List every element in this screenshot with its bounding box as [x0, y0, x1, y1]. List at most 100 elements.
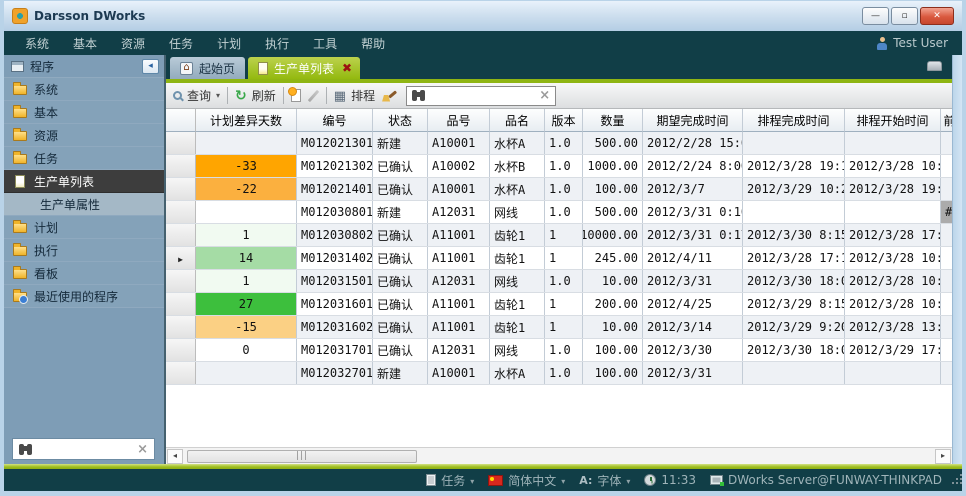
- cell-order-code[interactable]: M012030802: [297, 224, 373, 246]
- cell-plan-diff-days[interactable]: 14: [196, 247, 297, 269]
- cell-schedule-finish-time[interactable]: [743, 362, 845, 384]
- cell-quantity[interactable]: 10000.00: [583, 224, 643, 246]
- cell-order-code[interactable]: M012031701: [297, 339, 373, 361]
- cell-plan-diff-days[interactable]: [196, 362, 297, 384]
- cell-schedule-finish-time[interactable]: 2012/3/29 10:20: [743, 178, 845, 200]
- sidebar-item[interactable]: 看板: [4, 262, 164, 285]
- sidebar-item[interactable]: 计划: [4, 216, 164, 239]
- cell-extra[interactable]: [941, 178, 952, 200]
- table-row[interactable]: M012030801 新建 A12031 网线 1.0 500.00 2012/…: [166, 201, 952, 224]
- status-item[interactable]: DWorks Server@FUNWAY-THINKPAD: [710, 473, 942, 487]
- cell-schedule-finish-time[interactable]: 2012/3/30 18:00: [743, 270, 845, 292]
- broom-button[interactable]: [382, 89, 397, 103]
- refresh-button[interactable]: 刷新: [235, 87, 276, 104]
- menu-item[interactable]: 任务: [158, 32, 204, 55]
- cell-plan-diff-days[interactable]: -33: [196, 155, 297, 177]
- sidebar-search-clear-icon[interactable]: ×: [137, 443, 148, 456]
- cell-schedule-finish-time[interactable]: 2012/3/30 18:00: [743, 339, 845, 361]
- cell-item-no[interactable]: A11001: [428, 224, 490, 246]
- sidebar-item[interactable]: 系统: [4, 78, 164, 101]
- cell-expected-finish-time[interactable]: 2012/3/14: [643, 316, 743, 338]
- cell-schedule-finish-time[interactable]: [743, 201, 845, 223]
- toolbar-search-input[interactable]: [432, 89, 533, 103]
- query-dropdown-icon[interactable]: ▾: [216, 91, 220, 100]
- cell-version[interactable]: 1: [545, 224, 583, 246]
- cell-status[interactable]: 已确认: [373, 270, 428, 292]
- cell-status[interactable]: 新建: [373, 362, 428, 384]
- row-selector[interactable]: [166, 155, 196, 177]
- cell-extra[interactable]: [941, 293, 952, 315]
- cell-version[interactable]: 1: [545, 247, 583, 269]
- cell-plan-diff-days[interactable]: 1: [196, 224, 297, 246]
- cell-order-code[interactable]: M012032701: [297, 362, 373, 384]
- cell-item-name[interactable]: 水杯B: [490, 155, 545, 177]
- cell-extra[interactable]: [941, 224, 952, 246]
- row-selector[interactable]: [166, 293, 196, 315]
- cell-schedule-finish-time[interactable]: 2012/3/28 19:10: [743, 155, 845, 177]
- cell-plan-diff-days[interactable]: 1: [196, 270, 297, 292]
- status-item[interactable]: 11:33: [644, 473, 696, 487]
- row-selector[interactable]: [166, 339, 196, 361]
- cell-item-no[interactable]: A10001: [428, 362, 490, 384]
- cell-schedule-start-time[interactable]: [845, 362, 941, 384]
- cell-status[interactable]: 已确认: [373, 316, 428, 338]
- menu-item[interactable]: 系统: [14, 32, 60, 55]
- cell-status[interactable]: 已确认: [373, 224, 428, 246]
- scrollbar-thumb[interactable]: [187, 450, 417, 463]
- close-button[interactable]: ✕: [920, 7, 954, 25]
- table-row[interactable]: 1 M012030802 已确认 A11001 齿轮1 1 10000.00 2…: [166, 224, 952, 247]
- cell-extra[interactable]: [941, 132, 952, 154]
- cell-item-name[interactable]: 网线: [490, 201, 545, 223]
- cell-quantity[interactable]: 100.00: [583, 339, 643, 361]
- toolbar-search-clear-icon[interactable]: ×: [539, 89, 550, 102]
- sidebar-item[interactable]: 资源: [4, 124, 164, 147]
- cell-item-name[interactable]: 网线: [490, 270, 545, 292]
- cell-extra[interactable]: [941, 270, 952, 292]
- cell-order-code[interactable]: M012031601: [297, 293, 373, 315]
- cell-version[interactable]: 1: [545, 293, 583, 315]
- cell-item-no[interactable]: A12031: [428, 270, 490, 292]
- window-list-icon[interactable]: [927, 61, 942, 71]
- status-item[interactable]: 任务: [426, 472, 474, 489]
- edit-pencil-button[interactable]: [307, 89, 319, 101]
- menu-item[interactable]: 帮助: [350, 32, 396, 55]
- vertical-scrollbar[interactable]: [952, 55, 962, 464]
- cell-plan-diff-days[interactable]: [196, 132, 297, 154]
- resize-grip[interactable]: [952, 482, 954, 484]
- menu-item[interactable]: 执行: [254, 32, 300, 55]
- cell-status[interactable]: 已确认: [373, 247, 428, 269]
- row-selector[interactable]: [166, 247, 196, 269]
- cell-item-no[interactable]: A12031: [428, 201, 490, 223]
- row-selector[interactable]: [166, 362, 196, 384]
- cell-schedule-start-time[interactable]: 2012/3/29 17:46: [845, 339, 941, 361]
- cell-item-name[interactable]: 水杯A: [490, 362, 545, 384]
- cell-version[interactable]: 1.0: [545, 362, 583, 384]
- cell-version[interactable]: 1.0: [545, 270, 583, 292]
- column-header[interactable]: 期望完成时间: [643, 109, 743, 132]
- cell-expected-finish-time[interactable]: 2012/2/28 15:00: [643, 132, 743, 154]
- table-row[interactable]: -33 M012021302 已确认 A10002 水杯B 1.0 1000.0…: [166, 155, 952, 178]
- row-selector[interactable]: [166, 178, 196, 200]
- cell-schedule-start-time[interactable]: 2012/3/28 13:40: [845, 316, 941, 338]
- sidebar-item[interactable]: 执行: [4, 239, 164, 262]
- column-header[interactable]: 排程完成时间: [743, 109, 845, 132]
- cell-plan-diff-days[interactable]: -15: [196, 316, 297, 338]
- cell-expected-finish-time[interactable]: 2012/4/11: [643, 247, 743, 269]
- row-selector[interactable]: [166, 316, 196, 338]
- table-row[interactable]: M012021301 新建 A10001 水杯A 1.0 500.00 2012…: [166, 132, 952, 155]
- cell-schedule-start-time[interactable]: 2012/3/28 10:52: [845, 155, 941, 177]
- cell-extra[interactable]: [941, 362, 952, 384]
- cell-order-code[interactable]: M012031402: [297, 247, 373, 269]
- cell-extra[interactable]: [941, 247, 952, 269]
- cell-quantity[interactable]: 100.00: [583, 178, 643, 200]
- sidebar-item[interactable]: 最近使用的程序: [4, 285, 164, 308]
- status-item[interactable]: 简体中文: [488, 472, 565, 489]
- table-row[interactable]: 27 M012031601 已确认 A11001 齿轮1 1 200.00 20…: [166, 293, 952, 316]
- cell-plan-diff-days[interactable]: [196, 201, 297, 223]
- cell-status[interactable]: 已确认: [373, 339, 428, 361]
- table-row[interactable]: -22 M012021401 已确认 A10001 水杯A 1.0 100.00…: [166, 178, 952, 201]
- menu-item[interactable]: 工具: [302, 32, 348, 55]
- cell-schedule-start-time[interactable]: 2012/3/28 10:52: [845, 293, 941, 315]
- menu-item[interactable]: 计划: [206, 32, 252, 55]
- cell-status[interactable]: 新建: [373, 132, 428, 154]
